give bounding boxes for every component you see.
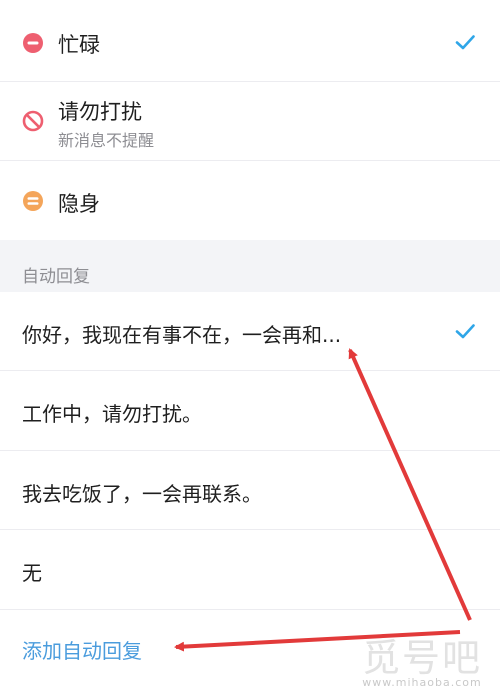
watermark-title: 觅号吧 — [361, 638, 482, 680]
status-option-label: 请勿打扰 — [58, 100, 142, 124]
status-option-subtitle: 新消息不提醒 — [58, 131, 155, 150]
status-option-busy[interactable]: 忙碌 — [0, 0, 500, 82]
status-options-list: 忙碌 请勿打扰 新消息不提醒 隐身 — [0, 0, 500, 240]
auto-reply-item[interactable]: 我去吃饭了，一会再联系。 — [0, 451, 500, 530]
status-option-do-not-disturb[interactable]: 请勿打扰 新消息不提醒 — [0, 82, 500, 161]
status-option-invisible[interactable]: 隐身 — [0, 161, 500, 240]
checkmark-icon — [455, 324, 475, 339]
status-option-label: 隐身 — [58, 192, 100, 216]
auto-reply-text: 我去吃饭了，一会再联系。 — [22, 482, 262, 506]
auto-reply-text: 无 — [22, 561, 42, 585]
auto-reply-item[interactable]: 你好，我现在有事不在，一会再和... — [0, 292, 500, 371]
watermark: 觅号吧 www.mihaoba.com — [352, 627, 492, 689]
busy-minus-icon — [23, 33, 43, 53]
auto-reply-section-title: 自动回复 — [22, 267, 90, 287]
do-not-disturb-icon — [22, 110, 44, 132]
auto-reply-item[interactable]: 工作中，请勿打扰。 — [0, 371, 500, 451]
add-auto-reply-button[interactable]: 添加自动回复 — [22, 635, 142, 664]
watermark-site: www.mihaoba.com — [362, 676, 482, 689]
status-settings-screen: 忙碌 请勿打扰 新消息不提醒 隐身 自动回复 你好，我现在有事不在，一会再和..… — [0, 0, 500, 695]
checkmark-icon — [455, 35, 475, 50]
auto-reply-text: 工作中，请勿打扰。 — [22, 402, 202, 426]
auto-reply-text: 你好，我现在有事不在，一会再和... — [22, 323, 342, 347]
auto-reply-item[interactable]: 无 — [0, 530, 500, 610]
status-option-label: 忙碌 — [58, 33, 100, 57]
invisible-icon — [23, 191, 43, 211]
